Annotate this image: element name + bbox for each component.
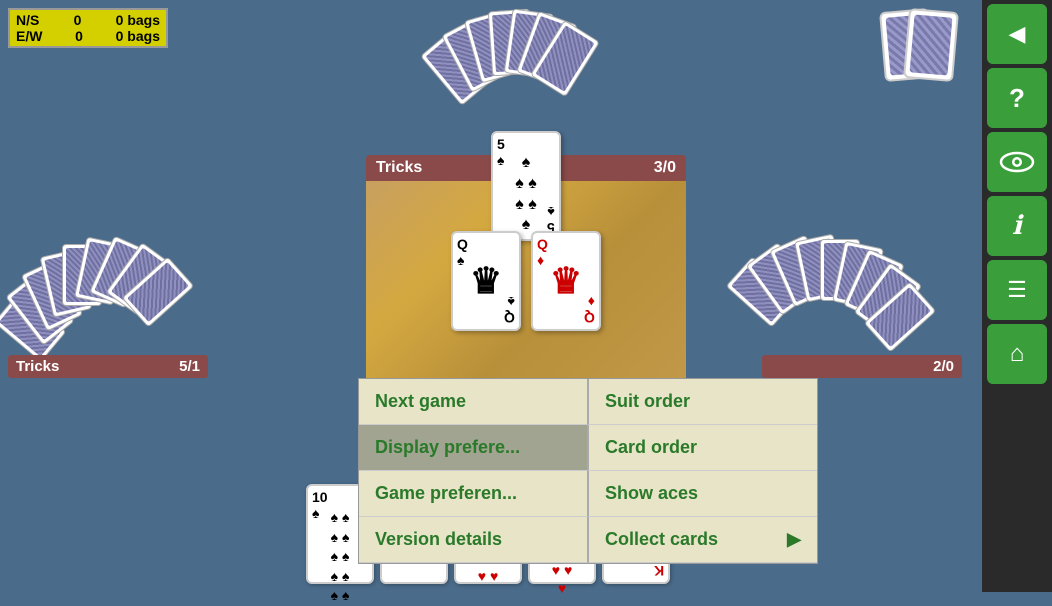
menu-row-4: Version details Collect cards ▶ (359, 517, 817, 563)
ew-bags: 0 bags (116, 28, 160, 44)
top-right-cards (882, 10, 962, 120)
tricks-count: 3/0 (654, 159, 676, 177)
tricks-label: Tricks (376, 159, 422, 177)
menu-button[interactable]: ☰ (987, 260, 1047, 320)
left-tricks-label: Tricks (16, 358, 59, 375)
home-icon: ⌂ (1010, 340, 1025, 368)
hamburger-icon: ☰ (1007, 277, 1027, 303)
right-tricks-bar: 2/0 (762, 355, 962, 378)
eye-icon (999, 150, 1035, 174)
top-hand (436, 10, 616, 120)
ns-label: N/S (16, 12, 39, 28)
left-play-card: Q♠ ♛ Q♠ (451, 231, 521, 331)
ns-bags: 0 bags (116, 12, 160, 28)
menu-row-3: Game preferen... Show aces (359, 471, 817, 517)
menu-show-aces[interactable]: Show aces (587, 471, 817, 517)
left-tricks-bar: Tricks 5/1 (8, 355, 208, 378)
ew-score: 0 (75, 28, 83, 44)
menu-row-2: Display prefere... Card order (359, 425, 817, 471)
left-tricks-value: 5/1 (179, 358, 200, 375)
menu-version[interactable]: Version details (359, 517, 587, 563)
right-play-card: Q♦ ♛ Q♦ (531, 231, 601, 331)
menu-collect-cards[interactable]: Collect cards ▶ (587, 517, 817, 563)
right-tricks-value: 2/0 (933, 358, 954, 375)
back-button[interactable]: ◀ (987, 4, 1047, 64)
help-button[interactable]: ? (987, 68, 1047, 128)
menu-game-prefs[interactable]: Game preferen... (359, 471, 587, 517)
info-button[interactable]: ℹ (987, 196, 1047, 256)
home-button[interactable]: ⌂ (987, 324, 1047, 384)
scoreboard: N/S 0 0 bags E/W 0 0 bags (8, 8, 168, 48)
context-menu: Next game Suit order Display prefere... … (358, 378, 818, 564)
menu-card-order[interactable]: Card order (587, 425, 817, 471)
sidebar: ◀ ? ℹ ☰ ⌂ (982, 0, 1052, 592)
menu-row-1: Next game Suit order (359, 379, 817, 425)
info-icon: ℹ (1012, 211, 1022, 241)
ns-score: 0 (74, 12, 82, 28)
game-table: 5♠ ♠♠ ♠♠ ♠♠ 5♠ Q♠ ♛ Q♠ Q♦ ♛ Q♦ (366, 181, 686, 381)
play-area: Tricks 3/0 5♠ ♠♠ ♠♠ ♠♠ 5♠ Q♠ ♛ Q♠ Q♦ ♛ Q… (366, 155, 686, 381)
right-hand (742, 236, 962, 356)
menu-display-prefs[interactable]: Display prefere... (359, 425, 587, 471)
eye-button[interactable] (987, 132, 1047, 192)
left-hand (10, 236, 230, 356)
menu-suit-order[interactable]: Suit order (587, 379, 817, 425)
center-card: 5♠ ♠♠ ♠♠ ♠♠ 5♠ (491, 131, 561, 241)
menu-next-game[interactable]: Next game (359, 379, 587, 425)
chevron-right-icon: ▶ (787, 529, 801, 550)
ew-label: E/W (16, 28, 42, 44)
